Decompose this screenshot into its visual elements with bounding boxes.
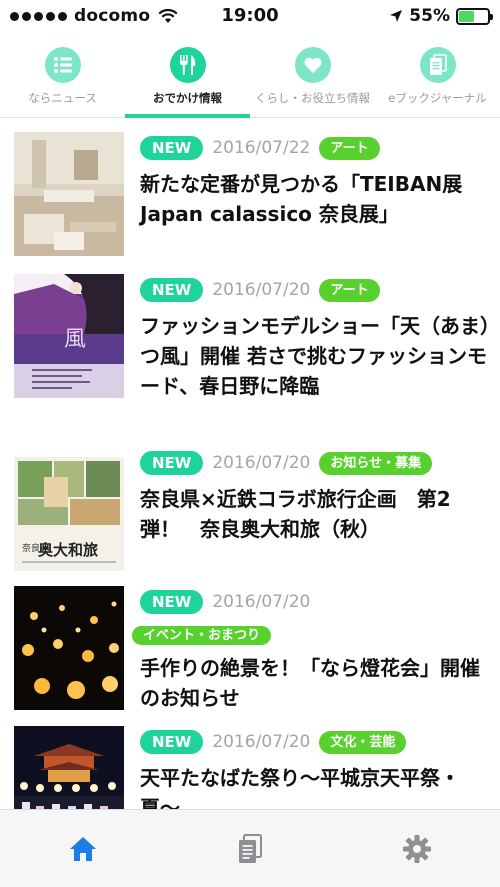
article-date: 2016/07/20: [212, 280, 311, 300]
new-badge: NEW: [140, 136, 204, 160]
article-title: 奈良県×近鉄コラボ旅行企画 第2弾！ 奈良奥大和旅（秋）: [140, 487, 451, 541]
bottom-tab-home[interactable]: [0, 810, 167, 887]
tab-living-info[interactable]: くらし・お役立ち情報: [250, 38, 375, 117]
category-badge: アート: [319, 136, 380, 160]
article-title: 新たな定番が見つかる「TEIBAN展 Japan calassico 奈良展」: [140, 172, 463, 226]
poster-calligraphy: 風: [64, 327, 86, 352]
new-badge: NEW: [140, 451, 204, 475]
article-date: 2016/07/20: [212, 732, 311, 752]
article-thumbnail: 奈良 奥大和旅: [14, 447, 124, 571]
article-title: 手作りの絶景を！「なら燈花会」開催のお知らせ: [140, 656, 480, 710]
bottom-tab-settings[interactable]: [333, 810, 500, 887]
tab-nara-news[interactable]: ならニュース: [0, 38, 125, 117]
article-thumbnail: 風: [14, 274, 124, 398]
category-badge: お知らせ・募集: [319, 451, 433, 475]
article-thumbnail: [14, 726, 124, 809]
article-title: ファッションモデルショー「天（あま）つ風」開催 若さで挑むファッションモード、春…: [140, 314, 490, 398]
article-thumbnail: [14, 132, 124, 256]
new-badge: NEW: [140, 590, 204, 614]
article-date: 2016/07/22: [212, 138, 311, 158]
tab-label: おでかけ情報: [153, 91, 222, 105]
category-tab-bar: ならニュース おでかけ情報 くらし・お役立ち情報 eブックジャーナル: [0, 38, 500, 118]
poster-caption: 奥大和旅: [38, 541, 98, 559]
document-icon: [239, 833, 262, 863]
location-arrow-icon: [390, 10, 403, 22]
heart-icon: [294, 47, 331, 83]
article-title: 天平たなばた祭り〜平城京天平祭・夏〜: [140, 766, 460, 809]
new-badge: NEW: [140, 278, 204, 302]
list-icon: [44, 47, 81, 83]
new-badge: NEW: [140, 730, 204, 754]
battery-fill: [459, 10, 475, 22]
bottom-tab-bar: [0, 809, 500, 887]
tab-label: ならニュース: [28, 91, 97, 105]
category-badge: アート: [319, 278, 380, 302]
article-thumbnail: [14, 586, 124, 710]
tab-label: くらし・お役立ち情報: [255, 91, 370, 105]
bottom-tab-journal[interactable]: [167, 810, 334, 887]
tab-ebook-journal[interactable]: eブックジャーナル: [375, 38, 500, 117]
gear-icon: [402, 834, 431, 863]
category-badge: 文化・芸能: [319, 730, 407, 754]
fork-knife-icon: [169, 47, 206, 83]
category-badge: イベント・おまつり: [132, 626, 272, 645]
status-bar: docomo 19:00 55%: [0, 0, 500, 34]
tab-outing-info[interactable]: おでかけ情報: [125, 38, 250, 118]
battery-icon: [456, 7, 493, 25]
document-icon: [419, 47, 456, 83]
article-list: NEW 2016/07/22 アート 新たな定番が見つかる「TEIBAN展 Ja…: [0, 119, 500, 809]
tab-label: eブックジャーナル: [388, 91, 487, 105]
home-icon: [70, 836, 97, 861]
active-tab-indicator: [125, 114, 250, 118]
article-date: 2016/07/20: [212, 453, 311, 473]
battery-percent: 55%: [409, 6, 450, 26]
article-date: 2016/07/20: [212, 592, 311, 612]
